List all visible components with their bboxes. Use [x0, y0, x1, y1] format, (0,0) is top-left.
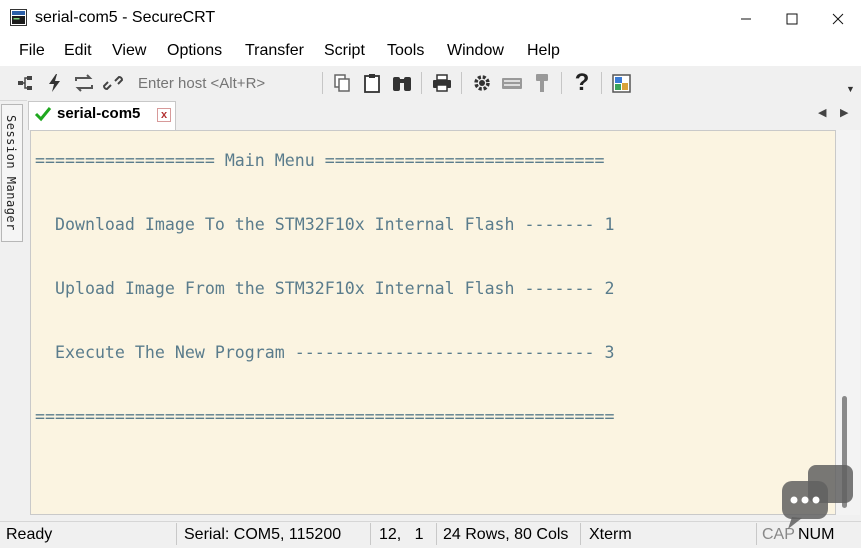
maximize-button[interactable] — [769, 0, 815, 37]
chat-bubble-icon — [782, 465, 853, 529]
tab-label: serial-com5 — [57, 105, 141, 122]
status-bar — [0, 521, 861, 548]
minimize-button[interactable] — [723, 0, 769, 37]
paste-icon[interactable] — [360, 71, 384, 95]
toolbar-separator — [421, 72, 422, 94]
toolbar-overflow-chevron[interactable]: ▼ — [846, 84, 855, 94]
menu-view[interactable]: View — [112, 42, 146, 60]
toolbar-separator — [601, 72, 602, 94]
status-separator — [370, 523, 371, 545]
reconnect-icon[interactable] — [72, 71, 96, 95]
copy-icon[interactable] — [330, 71, 354, 95]
quick-connect-icon[interactable] — [43, 71, 67, 95]
status-separator — [176, 523, 177, 545]
tab-scroll-left-icon[interactable]: ◀ — [818, 106, 826, 119]
key-icon[interactable] — [530, 71, 554, 95]
securecrt-app-icon — [10, 9, 27, 26]
close-icon — [832, 13, 844, 24]
status-separator — [580, 523, 581, 545]
vertical-scrollbar[interactable] — [836, 130, 860, 515]
menu-transfer[interactable]: Transfer — [245, 42, 304, 60]
connected-check-icon — [34, 107, 52, 122]
status-size: 24 Rows, 80 Cols — [443, 526, 569, 543]
terminal-output: ================== Main Menu ===========… — [35, 145, 614, 433]
menu-file[interactable]: File — [19, 42, 45, 60]
menu-tools[interactable]: Tools — [387, 42, 424, 60]
tab-close-button[interactable]: x — [157, 108, 171, 122]
disconnect-icon[interactable] — [101, 71, 125, 95]
host-input[interactable] — [132, 70, 318, 96]
terminal-line: Upload Image From the STM32F10x Internal… — [35, 279, 615, 298]
menu-edit[interactable]: Edit — [64, 42, 92, 60]
toolbar-separator — [322, 72, 323, 94]
find-icon[interactable] — [390, 71, 414, 95]
status-separator — [756, 523, 757, 545]
window-title: serial-com5 - SecureCRT — [35, 9, 216, 26]
close-button[interactable] — [815, 0, 861, 37]
menu-help[interactable]: Help — [527, 42, 560, 60]
terminal-line: Download Image To the STM32F10x Internal… — [35, 215, 615, 234]
menu-options[interactable]: Options — [167, 42, 222, 60]
tab-scroll-right-icon[interactable]: ▶ — [840, 106, 848, 119]
connect-icon[interactable] — [14, 71, 38, 95]
settings-icon[interactable] — [470, 71, 494, 95]
status-emulation: Xterm — [589, 526, 632, 543]
menu-script[interactable]: Script — [324, 42, 365, 60]
sftp-icon[interactable] — [610, 71, 634, 95]
toolbar-separator — [461, 72, 462, 94]
status-cursor-position: 12, 1 — [379, 526, 424, 543]
terminal-line: ========================================… — [35, 407, 615, 426]
status-ready: Ready — [6, 526, 53, 543]
keymap-icon[interactable] — [500, 71, 524, 95]
toolbar-separator — [561, 72, 562, 94]
status-separator — [436, 523, 437, 545]
terminal-line: ================== Main Menu ===========… — [35, 151, 605, 170]
minimize-icon — [741, 18, 751, 19]
terminal-screen[interactable]: ================== Main Menu ===========… — [30, 130, 836, 515]
terminal-line: Execute The New Program ----------------… — [35, 343, 615, 362]
status-serial: Serial: COM5, 115200 — [184, 526, 342, 543]
session-manager-tab[interactable]: Session Manager — [1, 104, 23, 242]
print-icon[interactable] — [430, 71, 454, 95]
session-manager-label: Session Manager — [4, 115, 18, 231]
maximize-icon — [786, 13, 798, 24]
menu-window[interactable]: Window — [447, 42, 504, 60]
help-icon[interactable]: ? — [570, 69, 594, 96]
